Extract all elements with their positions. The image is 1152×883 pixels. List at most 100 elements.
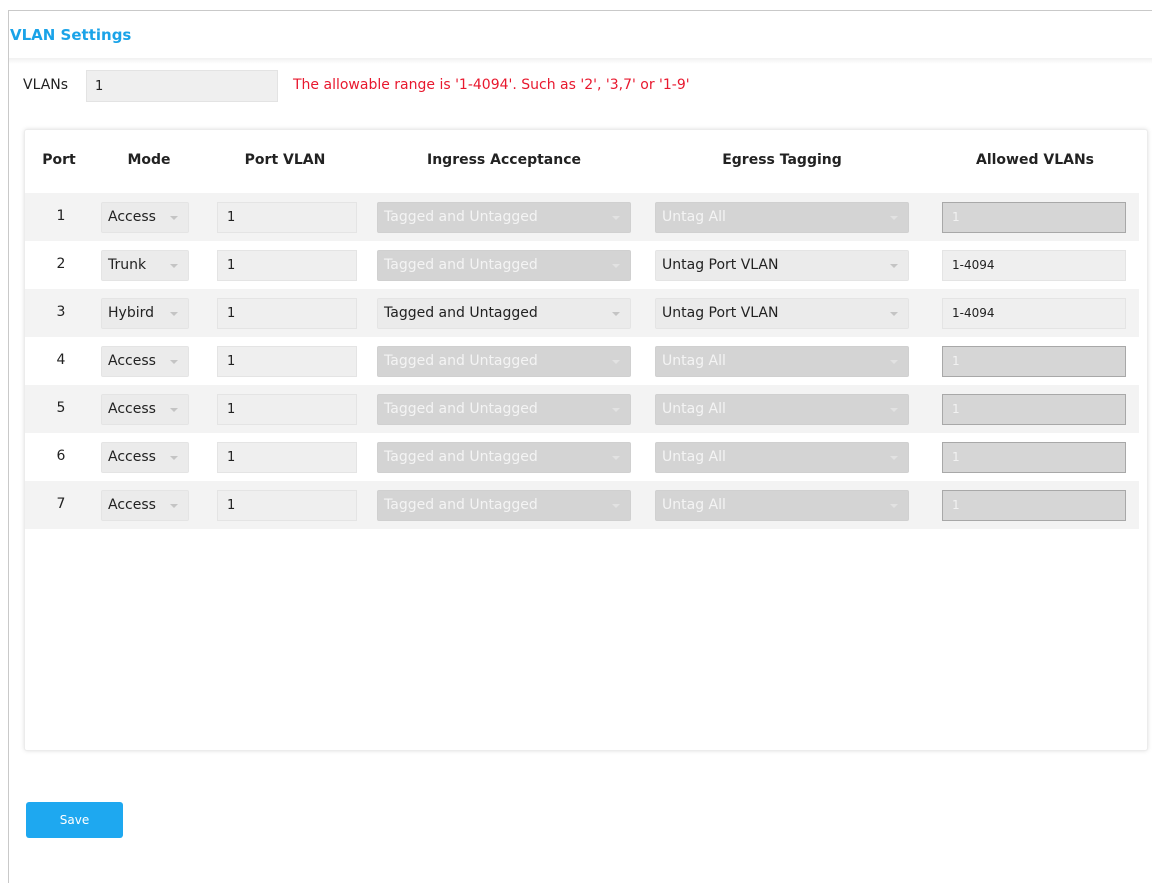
chevron-down-icon (612, 264, 620, 268)
egress-tagging-select: Untag All (655, 442, 909, 473)
table-row: 6 Access 1 Tagged and Untagged Untag All 1 (25, 433, 1139, 481)
vlans-input[interactable] (86, 70, 278, 102)
chevron-down-icon (890, 216, 898, 220)
mode-select[interactable]: Access (101, 202, 189, 233)
egress-tagging-select: Untag All (655, 490, 909, 521)
egress-value: Untag All (662, 353, 726, 369)
table-row: 5 Access 1 Tagged and Untagged Untag All 1 (25, 385, 1139, 433)
port-number: 7 (56, 496, 66, 512)
chevron-down-icon (890, 264, 898, 268)
allowed-vlans-input: 1 (942, 442, 1126, 473)
mode-value: Hybird (108, 305, 154, 321)
allowed-vlans-input: 1 (942, 394, 1126, 425)
ingress-acceptance-select: Tagged and Untagged (377, 346, 631, 377)
header-divider (9, 58, 1152, 64)
chevron-down-icon (890, 504, 898, 508)
ingress-value: Tagged and Untagged (384, 401, 538, 417)
port-vlan-input[interactable]: 1 (217, 490, 357, 521)
port-number: 4 (56, 352, 66, 368)
mode-value: Access (108, 497, 156, 513)
mode-select[interactable]: Access (101, 346, 189, 377)
chevron-down-icon (612, 312, 620, 316)
ingress-acceptance-select[interactable]: Tagged and Untagged (377, 298, 631, 329)
mode-select[interactable]: Access (101, 442, 189, 473)
port-vlan-input[interactable]: 1 (217, 394, 357, 425)
chevron-down-icon (612, 504, 620, 508)
chevron-down-icon (612, 456, 620, 460)
egress-value: Untag Port VLAN (662, 305, 779, 321)
chevron-down-icon (612, 408, 620, 412)
port-vlan-input[interactable]: 1 (217, 202, 357, 233)
chevron-down-icon (170, 216, 178, 220)
ingress-acceptance-select: Tagged and Untagged (377, 442, 631, 473)
ingress-acceptance-select: Tagged and Untagged (377, 250, 631, 281)
table-row: 4 Access 1 Tagged and Untagged Untag All 1 (25, 337, 1139, 385)
chevron-down-icon (890, 408, 898, 412)
allowed-vlans-input: 1 (942, 490, 1126, 521)
frame-left-border (8, 10, 9, 883)
ingress-acceptance-select: Tagged and Untagged (377, 202, 631, 233)
chevron-down-icon (890, 456, 898, 460)
port-vlan-input[interactable]: 1 (217, 250, 357, 281)
ingress-value: Tagged and Untagged (384, 449, 538, 465)
vlans-range-hint: The allowable range is '1-4094'. Such as… (293, 77, 690, 93)
vlans-label: VLANs (23, 77, 69, 93)
save-button[interactable]: Save (26, 802, 123, 838)
egress-tagging-select: Untag All (655, 202, 909, 233)
port-number: 3 (56, 304, 66, 320)
ingress-value: Tagged and Untagged (384, 257, 538, 273)
egress-value: Untag All (662, 497, 726, 513)
egress-tagging-select[interactable]: Untag Port VLAN (655, 298, 909, 329)
egress-tagging-select: Untag All (655, 346, 909, 377)
vlan-port-table: Port Mode Port VLAN Ingress Acceptance E… (24, 129, 1148, 751)
egress-value: Untag Port VLAN (662, 257, 779, 273)
allowed-vlans-input: 1 (942, 346, 1126, 377)
header-port: Port (42, 152, 76, 168)
mode-select[interactable]: Access (101, 394, 189, 425)
port-vlan-input[interactable]: 1 (217, 346, 357, 377)
port-number: 1 (56, 208, 66, 224)
egress-value: Untag All (662, 209, 726, 225)
chevron-down-icon (170, 456, 178, 460)
ingress-value: Tagged and Untagged (384, 209, 538, 225)
allowed-vlans-input[interactable]: 1-4094 (942, 250, 1126, 281)
ingress-acceptance-select: Tagged and Untagged (377, 490, 631, 521)
mode-select[interactable]: Trunk (101, 250, 189, 281)
ingress-value: Tagged and Untagged (384, 353, 538, 369)
chevron-down-icon (890, 312, 898, 316)
mode-value: Access (108, 449, 156, 465)
allowed-vlans-input: 1 (942, 202, 1126, 233)
mode-value: Access (108, 353, 156, 369)
page-title: VLAN Settings (10, 26, 132, 44)
mode-select[interactable]: Hybird (101, 298, 189, 329)
egress-tagging-select: Untag All (655, 394, 909, 425)
egress-value: Untag All (662, 401, 726, 417)
egress-tagging-select[interactable]: Untag Port VLAN (655, 250, 909, 281)
mode-select[interactable]: Access (101, 490, 189, 521)
header-ingress-acceptance: Ingress Acceptance (427, 152, 581, 168)
ingress-value: Tagged and Untagged (384, 497, 538, 513)
header-port-vlan: Port VLAN (244, 152, 326, 168)
port-number: 6 (56, 448, 66, 464)
header-egress-tagging: Egress Tagging (722, 152, 842, 168)
chevron-down-icon (170, 264, 178, 268)
ingress-acceptance-select: Tagged and Untagged (377, 394, 631, 425)
mode-value: Trunk (108, 257, 147, 273)
port-number: 5 (56, 400, 66, 416)
table-row: 7 Access 1 Tagged and Untagged Untag All 1 (25, 481, 1139, 529)
table-row: 2 Trunk 1 Tagged and Untagged Untag Port VLA… (25, 241, 1139, 289)
egress-value: Untag All (662, 449, 726, 465)
table-row: 1 Access 1 Tagged and Untagged Untag All 1 (25, 193, 1139, 241)
header-mode: Mode (127, 152, 171, 168)
chevron-down-icon (170, 312, 178, 316)
chevron-down-icon (170, 360, 178, 364)
table-header: Port Mode Port VLAN Ingress Acceptance E… (25, 130, 1147, 190)
chevron-down-icon (612, 216, 620, 220)
port-vlan-input[interactable]: 1 (217, 442, 357, 473)
port-vlan-input[interactable]: 1 (217, 298, 357, 329)
chevron-down-icon (170, 504, 178, 508)
allowed-vlans-input[interactable]: 1-4094 (942, 298, 1126, 329)
chevron-down-icon (890, 360, 898, 364)
chevron-down-icon (170, 408, 178, 412)
header-allowed-vlans: Allowed VLANs (975, 152, 1094, 168)
